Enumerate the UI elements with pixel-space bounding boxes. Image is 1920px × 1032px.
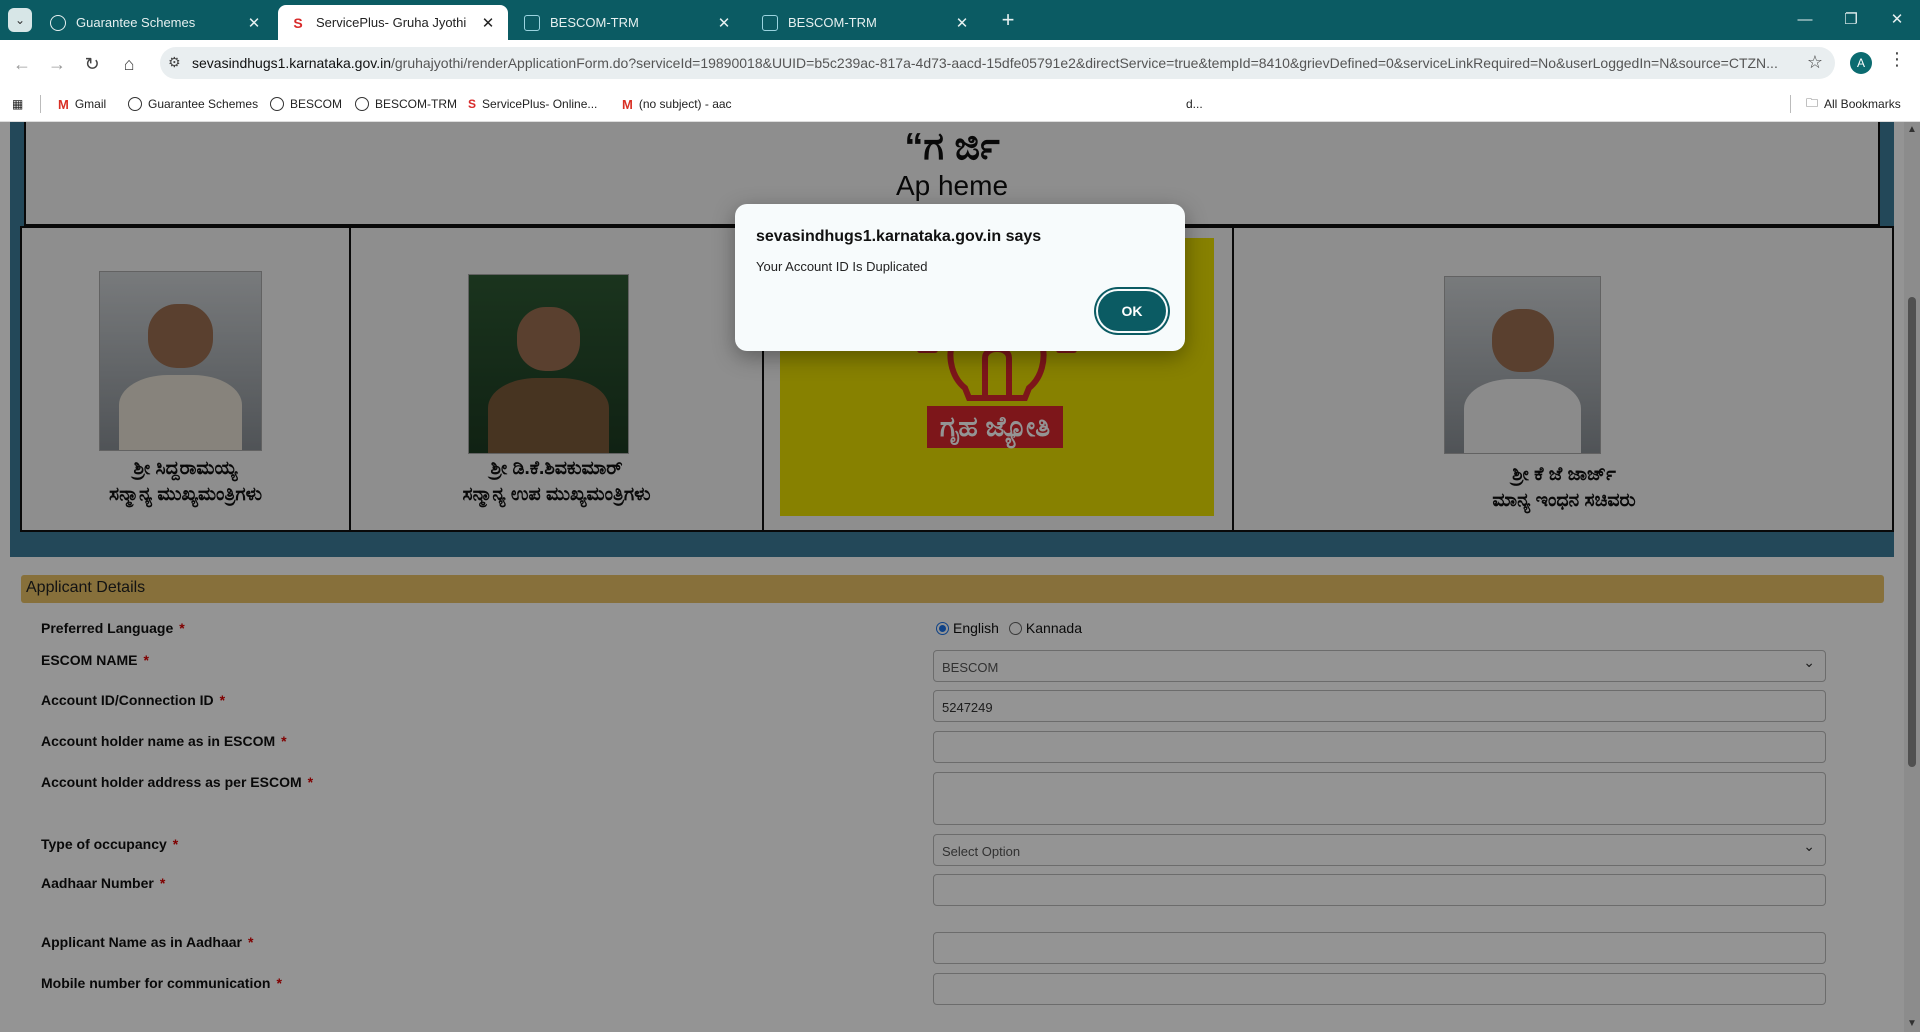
dialog-message: Your Account ID Is Duplicated (756, 259, 928, 274)
tab-title: BESCOM-TRM (788, 15, 877, 30)
dialog-title: sevasindhugs1.karnataka.gov.in says (756, 228, 1042, 245)
tab-title: ServicePlus- Gruha Jyothi Schem (316, 15, 470, 30)
tab-bescom-trm-1[interactable]: BESCOM-TRM ✕ (512, 5, 744, 40)
close-tab-icon[interactable]: ✕ (716, 14, 732, 32)
globe-icon (128, 97, 142, 111)
bookmark-no-subject[interactable]: M (no subject) - aac (622, 92, 732, 116)
forward-arrow-icon[interactable]: → (43, 50, 71, 78)
close-tab-icon[interactable]: ✕ (246, 14, 262, 32)
tab-strip: ⌄ Guarantee Schemes ✕ S ServicePlus- Gru… (0, 0, 1920, 40)
alert-dialog: sevasindhugs1.karnataka.gov.in says Your… (735, 204, 1185, 351)
new-tab-plus-icon[interactable]: + (994, 6, 1022, 34)
gmail-icon: M (58, 96, 69, 112)
tab-serviceplus[interactable]: S ServicePlus- Gruha Jyothi Schem ✕ (278, 5, 508, 40)
address-bar[interactable]: ⚙ sevasindhugs1.karnataka.gov.in/gruhajy… (160, 47, 1835, 79)
bookmark-overflow[interactable]: d... (1186, 92, 1203, 116)
page-icon (762, 14, 778, 31)
close-window-icon[interactable]: ✕ (1874, 0, 1920, 40)
tab-search-icon[interactable]: ⌄ (8, 8, 32, 32)
all-bookmarks[interactable]: 🗀 All Bookmarks (1806, 92, 1901, 116)
bookmark-serviceplus[interactable]: S ServicePlus- Online... (468, 92, 597, 116)
modal-overlay: sevasindhugs1.karnataka.gov.in says Your… (0, 122, 1920, 1032)
back-arrow-icon[interactable]: ← (8, 50, 36, 78)
tab-guarantee-schemes[interactable]: Guarantee Schemes ✕ (38, 5, 274, 40)
close-tab-icon[interactable]: ✕ (480, 14, 496, 32)
profile-avatar[interactable]: A (1850, 52, 1872, 74)
close-tab-icon[interactable]: ✕ (954, 14, 970, 32)
tab-title: BESCOM-TRM (550, 15, 639, 30)
bookmark-guarantee-schemes[interactable]: Guarantee Schemes (128, 92, 258, 116)
bookmark-gmail[interactable]: M Gmail (58, 92, 106, 116)
reload-icon[interactable]: ↻ (78, 50, 106, 78)
globe-icon (270, 97, 284, 111)
url-text: sevasindhugs1.karnataka.gov.in/gruhajyot… (192, 55, 1778, 71)
gmail-icon: M (622, 96, 633, 112)
bookmark-star-icon[interactable]: ☆ (1807, 52, 1823, 73)
site-info-icon[interactable]: ⚙ (168, 54, 181, 71)
bookmark-bescom-trm[interactable]: BESCOM-TRM (355, 92, 457, 116)
globe-icon (50, 14, 66, 31)
page-icon (524, 14, 540, 31)
serviceplus-icon: S (293, 14, 303, 31)
home-icon[interactable]: ⌂ (115, 50, 143, 78)
bookmark-divider (1790, 95, 1791, 113)
bookmark-divider (40, 95, 41, 113)
tab-bescom-trm-2[interactable]: BESCOM-TRM ✕ (750, 5, 982, 40)
folder-icon: 🗀 (1806, 95, 1819, 110)
more-menu-icon[interactable]: ⋮ (1888, 49, 1906, 70)
restore-icon[interactable]: ❐ (1828, 0, 1874, 40)
bookmark-bescom[interactable]: BESCOM (270, 92, 342, 116)
minimize-icon[interactable]: — (1782, 0, 1828, 40)
serviceplus-icon: S (468, 97, 477, 111)
ok-button[interactable]: OK (1098, 291, 1166, 331)
globe-icon (355, 97, 369, 111)
apps-grid-icon[interactable]: ▦ (12, 92, 23, 116)
tab-title: Guarantee Schemes (76, 15, 196, 30)
